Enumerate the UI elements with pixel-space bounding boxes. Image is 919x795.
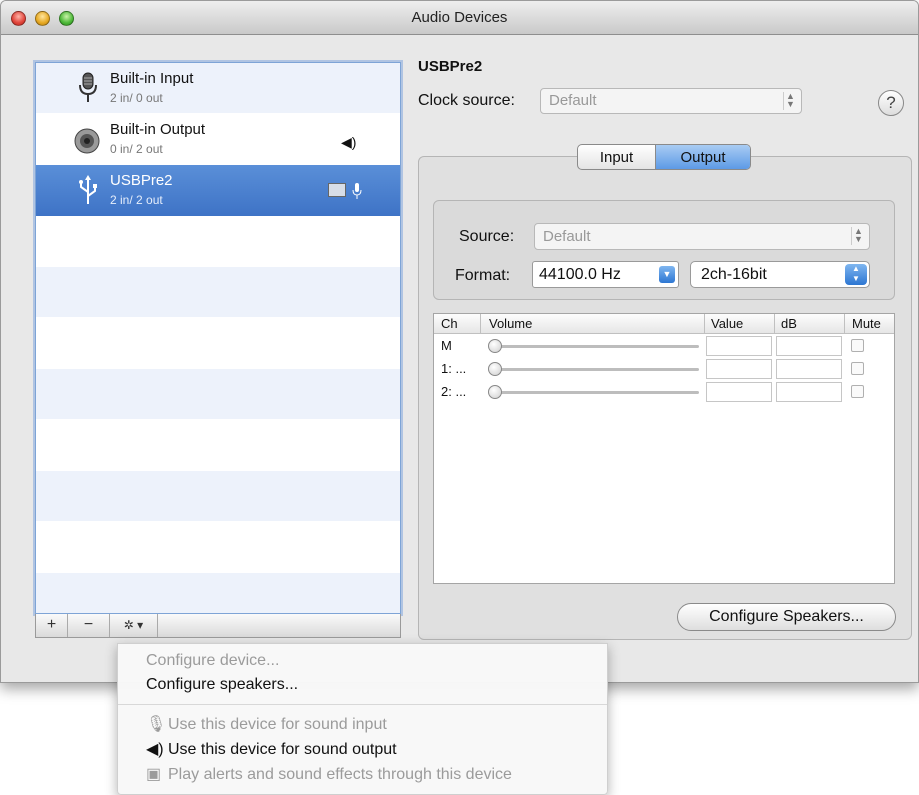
column-header-volume: Volume xyxy=(489,316,533,331)
menu-item-label: Use this device for sound input xyxy=(168,716,387,733)
bit-format-value: 2ch-16bit xyxy=(701,266,767,283)
device-io: 0 in/ 2 out xyxy=(110,142,163,156)
menu-separator xyxy=(118,704,607,705)
microphone-icon xyxy=(79,72,97,102)
sample-rate-value: 44100.0 Hz xyxy=(539,266,621,283)
volume-slider[interactable] xyxy=(489,345,699,348)
volume-slider[interactable] xyxy=(489,391,699,394)
microphone-input-icon xyxy=(352,183,362,199)
device-item-built-in-output[interactable]: Built-in Output 0 in/ 2 out ◀) xyxy=(36,114,400,165)
column-divider xyxy=(704,314,705,334)
menu-item-play-alerts[interactable]: ▣ Play alerts and sound effects through t… xyxy=(146,764,512,784)
device-list-toolbar: + − ✲ ▾ xyxy=(35,614,401,638)
configure-speakers-button[interactable]: Configure Speakers... xyxy=(677,603,896,631)
device-list[interactable]: Built-in Input 2 in/ 0 out Built-in Outp… xyxy=(35,62,401,614)
value-field[interactable] xyxy=(706,359,772,379)
clock-source-select[interactable]: Default ▲ ▼ xyxy=(540,88,802,114)
column-divider xyxy=(480,314,481,334)
table-row: M xyxy=(434,335,894,357)
volume-slider-knob[interactable] xyxy=(488,339,502,353)
volume-slider[interactable] xyxy=(489,368,699,371)
updown-arrows-icon: ▲ ▼ xyxy=(845,264,867,285)
table-row: 1: ... xyxy=(434,358,894,380)
source-label: Source: xyxy=(459,228,515,245)
list-stripe xyxy=(36,369,400,419)
db-field[interactable] xyxy=(776,359,842,379)
speaker-icon: ◀) xyxy=(146,741,164,758)
table-row: 2: ... xyxy=(434,381,894,403)
device-io: 2 in/ 2 out xyxy=(110,193,163,207)
value-field[interactable] xyxy=(706,336,772,356)
speaker-icon xyxy=(74,128,100,154)
sample-rate-select[interactable]: 44100.0 Hz ▼ xyxy=(532,261,679,288)
device-action-menu: Configure device... Configure speakers..… xyxy=(117,643,608,795)
menu-item-use-for-input[interactable]: 🎙 Use this device for sound input xyxy=(146,714,387,734)
alert-sound-icon xyxy=(328,183,346,197)
title-bar: Audio Devices xyxy=(1,1,918,35)
mute-checkbox[interactable] xyxy=(851,385,864,398)
value-field[interactable] xyxy=(706,382,772,402)
column-header-value: Value xyxy=(711,316,744,331)
column-header-db: dB xyxy=(781,316,797,331)
volume-slider-knob[interactable] xyxy=(488,385,502,399)
channel-label: 2: ... xyxy=(441,384,467,399)
mute-checkbox[interactable] xyxy=(851,339,864,352)
tab-output[interactable]: Output xyxy=(656,145,750,169)
alert-sound-icon: ▣ xyxy=(146,766,162,783)
device-name: Built-in Output xyxy=(110,121,206,138)
db-field[interactable] xyxy=(776,382,842,402)
device-action-menu-button[interactable]: ✲ ▾ xyxy=(110,614,158,637)
volume-slider-knob[interactable] xyxy=(488,362,502,376)
chevron-down-icon: ▼ xyxy=(659,266,675,283)
speaker-output-icon: ◀) xyxy=(341,134,357,150)
column-header-ch: Ch xyxy=(441,316,458,331)
channel-volume-table: Ch Volume Value dB Mute M 1: ... 2: ... xyxy=(433,313,895,584)
column-header-mute: Mute xyxy=(852,316,881,331)
updown-arrows-icon: ▲ ▼ xyxy=(783,92,797,110)
add-device-button[interactable]: + xyxy=(36,614,68,637)
device-item-built-in-input[interactable]: Built-in Input 2 in/ 0 out xyxy=(36,63,400,114)
menu-item-use-for-output[interactable]: ◀) Use this device for sound output xyxy=(146,739,397,759)
channel-label: M xyxy=(441,338,452,353)
channel-label: 1: ... xyxy=(441,361,467,376)
menu-item-label: Play alerts and sound effects through th… xyxy=(168,766,512,783)
device-io: 2 in/ 0 out xyxy=(110,91,163,105)
device-item-usbpre2[interactable]: USBPre2 2 in/ 2 out xyxy=(36,165,400,216)
menu-item-configure-device[interactable]: Configure device... xyxy=(146,652,279,670)
table-header: Ch Volume Value dB Mute xyxy=(434,314,894,334)
source-value: Default xyxy=(543,228,591,245)
input-output-tabs: Input Output xyxy=(577,144,751,170)
menu-item-configure-speakers[interactable]: Configure speakers... xyxy=(146,676,298,694)
format-label: Format: xyxy=(455,267,511,284)
microphone-icon: 🎙 xyxy=(146,716,167,733)
db-field[interactable] xyxy=(776,336,842,356)
updown-arrows-icon: ▲ ▼ xyxy=(851,227,865,245)
column-divider xyxy=(774,314,775,334)
bit-format-select[interactable]: 2ch-16bit ▲ ▼ xyxy=(690,261,870,288)
menu-item-label: Use this device for sound output xyxy=(168,741,397,758)
column-divider xyxy=(844,314,845,334)
remove-device-button[interactable]: − xyxy=(68,614,110,637)
list-stripe xyxy=(36,573,400,613)
device-title: USBPre2 xyxy=(418,58,483,75)
clock-source-value: Default xyxy=(549,92,597,109)
tab-input[interactable]: Input xyxy=(578,145,656,169)
device-name: USBPre2 xyxy=(110,172,173,189)
source-select[interactable]: Default ▲ ▼ xyxy=(534,223,870,250)
list-stripe xyxy=(36,471,400,521)
device-name: Built-in Input xyxy=(110,70,194,87)
mute-checkbox[interactable] xyxy=(851,362,864,375)
clock-source-label: Clock source: xyxy=(418,92,515,109)
usb-icon xyxy=(79,175,97,204)
window-title: Audio Devices xyxy=(411,9,508,26)
list-stripe xyxy=(36,267,400,317)
help-button[interactable]: ? xyxy=(878,90,904,116)
